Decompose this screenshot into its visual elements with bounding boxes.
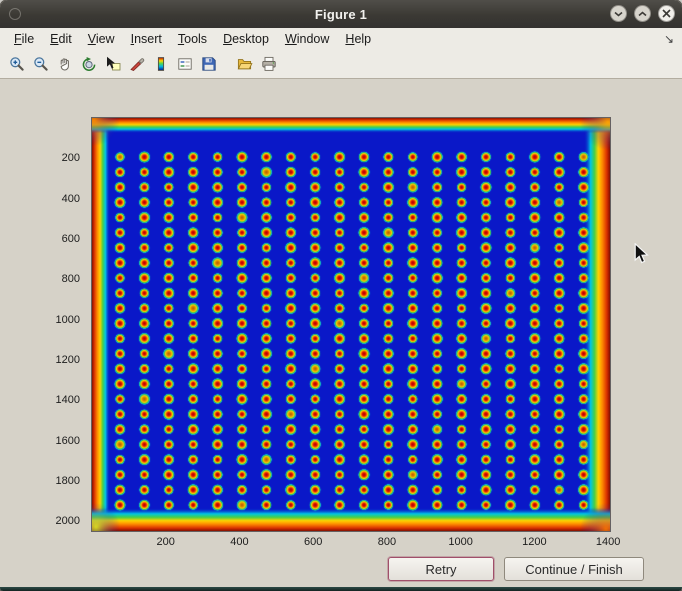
menu-item-window[interactable]: Window: [277, 29, 337, 49]
retry-button[interactable]: Retry: [388, 557, 494, 581]
x-axis-labels: 200400600800100012001400: [92, 531, 610, 553]
menu-bar: FileEditViewInsertToolsDesktopWindowHelp…: [0, 28, 682, 50]
menu-overflow-icon[interactable]: ↘: [664, 32, 674, 46]
close-button[interactable]: [658, 5, 675, 22]
y-tick-label: 400: [62, 193, 80, 205]
y-tick-label: 200: [62, 152, 80, 164]
save-icon: [201, 56, 217, 72]
window-menu-icon[interactable]: [9, 8, 21, 20]
y-tick-label: 600: [62, 233, 80, 245]
y-tick-label: 1600: [56, 435, 80, 447]
y-tick-label: 800: [62, 273, 80, 285]
data-cursor-button[interactable]: [101, 53, 125, 76]
y-tick-label: 1800: [56, 475, 80, 487]
x-tick-label: 800: [378, 536, 396, 548]
open-button[interactable]: [233, 53, 257, 76]
pan-button[interactable]: [53, 53, 77, 76]
plot-area: 200400600800100012001400160018002000 200…: [92, 118, 610, 531]
save-button[interactable]: [197, 53, 221, 76]
figure-toolbar: [0, 50, 682, 79]
zoom-in-button[interactable]: [5, 53, 29, 76]
x-tick-label: 600: [304, 536, 322, 548]
pan-hand-icon: [57, 56, 73, 72]
menu-bar-items: FileEditViewInsertToolsDesktopWindowHelp: [0, 29, 379, 49]
maximize-button[interactable]: [634, 5, 651, 22]
chevron-down-icon: [614, 11, 623, 17]
y-tick-label: 1400: [56, 394, 80, 406]
close-icon: [662, 9, 671, 18]
window-controls: [610, 5, 675, 22]
x-tick-label: 200: [157, 536, 175, 548]
figure-window: Figure 1 FileEditViewInsertToolsDesktopW…: [0, 0, 682, 591]
brush-button[interactable]: [125, 53, 149, 76]
rotate-3d-icon: [81, 56, 97, 72]
x-tick-label: 400: [230, 536, 248, 548]
y-tick-label: 1200: [56, 354, 80, 366]
x-tick-label: 1400: [596, 536, 620, 548]
chevron-up-icon: [638, 11, 647, 17]
menu-item-view[interactable]: View: [80, 29, 123, 49]
zoom-out-icon: [33, 56, 49, 72]
heatmap-image[interactable]: [92, 118, 610, 531]
menu-item-edit[interactable]: Edit: [42, 29, 80, 49]
data-cursor-icon: [105, 56, 121, 72]
menu-item-insert[interactable]: Insert: [123, 29, 170, 49]
open-folder-icon: [237, 56, 253, 72]
title-bar[interactable]: Figure 1: [0, 0, 682, 28]
minimize-button[interactable]: [610, 5, 627, 22]
menu-item-file[interactable]: File: [6, 29, 42, 49]
continue-finish-button[interactable]: Continue / Finish: [504, 557, 644, 581]
legend-icon: [177, 56, 193, 72]
x-tick-label: 1200: [522, 536, 546, 548]
menu-item-tools[interactable]: Tools: [170, 29, 215, 49]
brush-icon: [129, 56, 145, 72]
y-tick-label: 2000: [56, 515, 80, 527]
insert-legend-button[interactable]: [173, 53, 197, 76]
colorbar-icon: [153, 56, 169, 72]
print-icon: [261, 56, 277, 72]
menu-item-desktop[interactable]: Desktop: [215, 29, 277, 49]
zoom-in-icon: [9, 56, 25, 72]
y-tick-label: 1000: [56, 314, 80, 326]
rotate-3d-button[interactable]: [77, 53, 101, 76]
mouse-cursor: [634, 243, 650, 266]
window-title: Figure 1: [0, 7, 682, 22]
insert-colorbar-button[interactable]: [149, 53, 173, 76]
zoom-out-button[interactable]: [29, 53, 53, 76]
x-tick-label: 1000: [448, 536, 472, 548]
y-axis-labels: 200 400 600 800 1000 1200 1400 1600 1800 2000: [40, 118, 86, 531]
window-bottom-edge: [0, 587, 682, 591]
menu-item-help[interactable]: Help: [337, 29, 379, 49]
print-button[interactable]: [257, 53, 281, 76]
